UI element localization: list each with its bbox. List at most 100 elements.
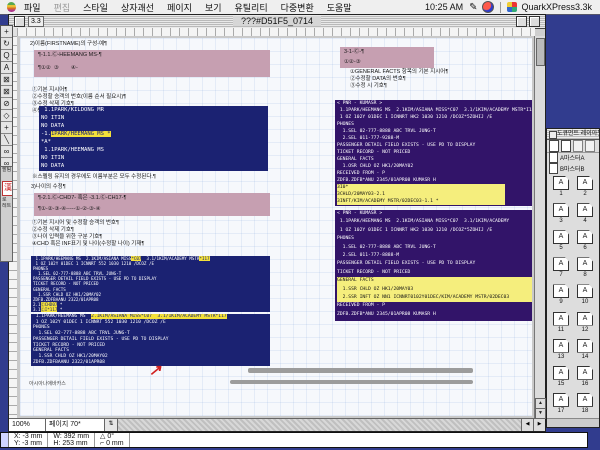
collapse-box[interactable] [529,16,540,27]
page-thumbnail-icon[interactable]: A [577,312,593,326]
apple-menu-icon[interactable] [7,2,16,12]
menu-item[interactable]: 보기 [205,1,222,14]
page-indicator-field[interactable]: 페이지 70* [46,419,105,431]
decorative-bar [230,380,473,384]
page-thumbnail-cell[interactable]: A 7 [549,256,573,282]
page-thumbnail-cell[interactable]: A 18 [573,392,597,418]
menu-item[interactable]: 페이지 [167,1,192,14]
page-thumbnail-icon[interactable]: A [577,230,593,244]
tool-button[interactable]: ╲ [1,134,12,146]
tool-button[interactable]: ∞ [1,146,12,158]
menu-bar-right: 10:25 AM ✎ QuarkXPress3.3k [425,1,600,13]
tool-button[interactable]: ◇ [1,110,12,122]
page-thumbnail-cell[interactable]: A 12 [573,311,597,337]
corner-radius-field[interactable]: ⌐ 0 mm [100,440,124,447]
page-thumbnail-cell[interactable]: A 1 [549,175,573,201]
master-list-item[interactable]: B마스터B [547,163,599,174]
page-thumbnail-icon[interactable]: A [553,366,569,380]
y-field[interactable]: Y: -3 mm [14,440,42,447]
app-menu-label[interactable]: QuarkXPress3.3k [521,2,592,12]
menu-item[interactable]: 스타일 [83,1,108,14]
page-thumbnail-cell[interactable]: A 3 [549,202,573,228]
page-thumbnail-icon[interactable]: A [577,257,593,271]
height-field[interactable]: H: 253 mm [53,440,89,447]
menu-item[interactable]: 도움말 [327,1,352,14]
tool-button[interactable]: Q [1,50,12,62]
master-list-item[interactable]: A마스터A [547,152,599,163]
tool-button[interactable]: A [1,62,12,74]
page-thumbnail-cell[interactable]: A 13 [549,338,573,364]
palette-scrollbar[interactable] [547,418,599,427]
zoom-box[interactable] [516,16,527,27]
page-thumbnail-cell[interactable]: A 15 [549,365,573,391]
angle-fields[interactable]: △ 0° ⌐ 0 mm [95,433,130,447]
menu-item[interactable]: 편집 [54,1,71,14]
terminal-line: 1.SEL 02-777-8888 ABC TRVL JUNG-T [337,128,532,135]
page-thumbnail-cell[interactable]: A 16 [573,365,597,391]
app-icon[interactable] [507,2,517,12]
page-thumbnail-icon[interactable]: A [577,284,593,298]
rotation-field[interactable]: △ 0° [100,433,124,440]
page-thumbnail-icon[interactable]: A [553,339,569,353]
page-thumbnail-cell[interactable]: A 14 [573,338,597,364]
tool-button[interactable]: ⊠ [1,86,12,98]
application-switcher-icon[interactable] [482,1,494,13]
page-thumbnail-icon[interactable]: A [553,203,569,217]
menu-item[interactable]: 파일 [24,1,41,14]
scroll-right-arrow[interactable]: ▶ [533,419,545,431]
horizontal-scrollbar[interactable] [118,419,521,431]
page-thumbnail-cell[interactable]: A 8 [573,256,597,282]
tool-button[interactable]: ⊘ [1,98,12,110]
zoom-level-field[interactable]: 100% [9,419,46,431]
page-popup-button[interactable]: ⇅ [105,419,118,431]
page-thumbnail-cell[interactable]: A 9 [549,283,573,309]
page-thumbnail-cell[interactable]: A 17 [549,392,573,418]
page-thumbnail-icon[interactable]: A [577,366,593,380]
page-thumbnail-cell[interactable]: A 10 [573,283,597,309]
trash-page-icon[interactable] [585,140,595,152]
page-thumbnail-icon[interactable]: A [553,393,569,407]
tool-button[interactable]: ⊠ [1,74,12,86]
page-thumbnail-icon[interactable]: A [577,203,593,217]
size-fields[interactable]: W: 392 mm H: 253 mm [48,433,95,447]
hanja-input-icon[interactable]: 漢 [2,181,13,196]
page-thumbnail-cell[interactable]: A 11 [549,311,573,337]
page-spread[interactable]: 2)이름(FIRSTNAME)의 구성-예¶ ¶-1.1.Ⓒ-HEEMANG M… [20,38,532,416]
terminal-line: 3.1ⒸI*117 * [33,307,270,312]
palette-close-box[interactable] [549,131,557,139]
page-thumbnail-icon[interactable]: A [577,393,593,407]
vertical-scroll-thumb[interactable] [536,38,545,66]
tool-button[interactable]: + [1,122,12,134]
terminal-line: PHONES [337,235,532,243]
scroll-left-arrow[interactable]: ◀ [521,419,533,431]
page-thumbnail-cell[interactable]: A 6 [573,229,597,255]
blank-page-icon[interactable] [549,140,559,152]
page-thumbnail-icon[interactable]: A [577,176,593,190]
palette-drag-handle[interactable] [1,433,9,447]
page-thumbnail-icon[interactable]: A [577,339,593,353]
page-thumbnail-icon[interactable]: A [553,312,569,326]
tool-button[interactable]: ↻ [1,38,12,50]
menu-clock[interactable]: 10:25 AM [425,2,463,12]
x-field[interactable]: X: -3 mm [14,433,42,440]
tool-button[interactable]: + [1,26,12,38]
terminal-screen-age-result: 1.1PARK/HEEMANG MS 2.1KIM/ASIANA MISS*C0… [31,314,270,366]
palette-fragment-label: 팔팀 [1,167,12,173]
width-field[interactable]: W: 392 mm [53,433,89,440]
input-method-icon[interactable]: ✎ [469,2,477,13]
page-thumbnail-icon[interactable]: A [553,176,569,190]
page-thumbnail-icon[interactable]: A [553,230,569,244]
position-fields[interactable]: X: -3 mm Y: -3 mm [9,433,48,447]
page-thumbnail-icon[interactable]: A [553,284,569,298]
page-thumbnail-icon[interactable]: A [553,257,569,271]
menu-item[interactable]: 다중변환 [281,1,314,14]
page-thumbnail-cell[interactable]: A 4 [573,202,597,228]
menu-item[interactable]: 상자괘선 [121,1,154,14]
page-thumbnail-cell[interactable]: A 5 [549,229,573,255]
master-page-icon[interactable] [573,140,583,152]
blank-facing-page-icon[interactable] [561,140,571,152]
window-title-bar[interactable]: 3.3 ???#D51F5_0714 [9,15,545,29]
page-thumbnail-cell[interactable]: A 2 [573,175,597,201]
menu-item[interactable]: 유틸리티 [235,1,268,14]
vertical-scrollbar[interactable]: ▲ ▼ [534,36,545,419]
